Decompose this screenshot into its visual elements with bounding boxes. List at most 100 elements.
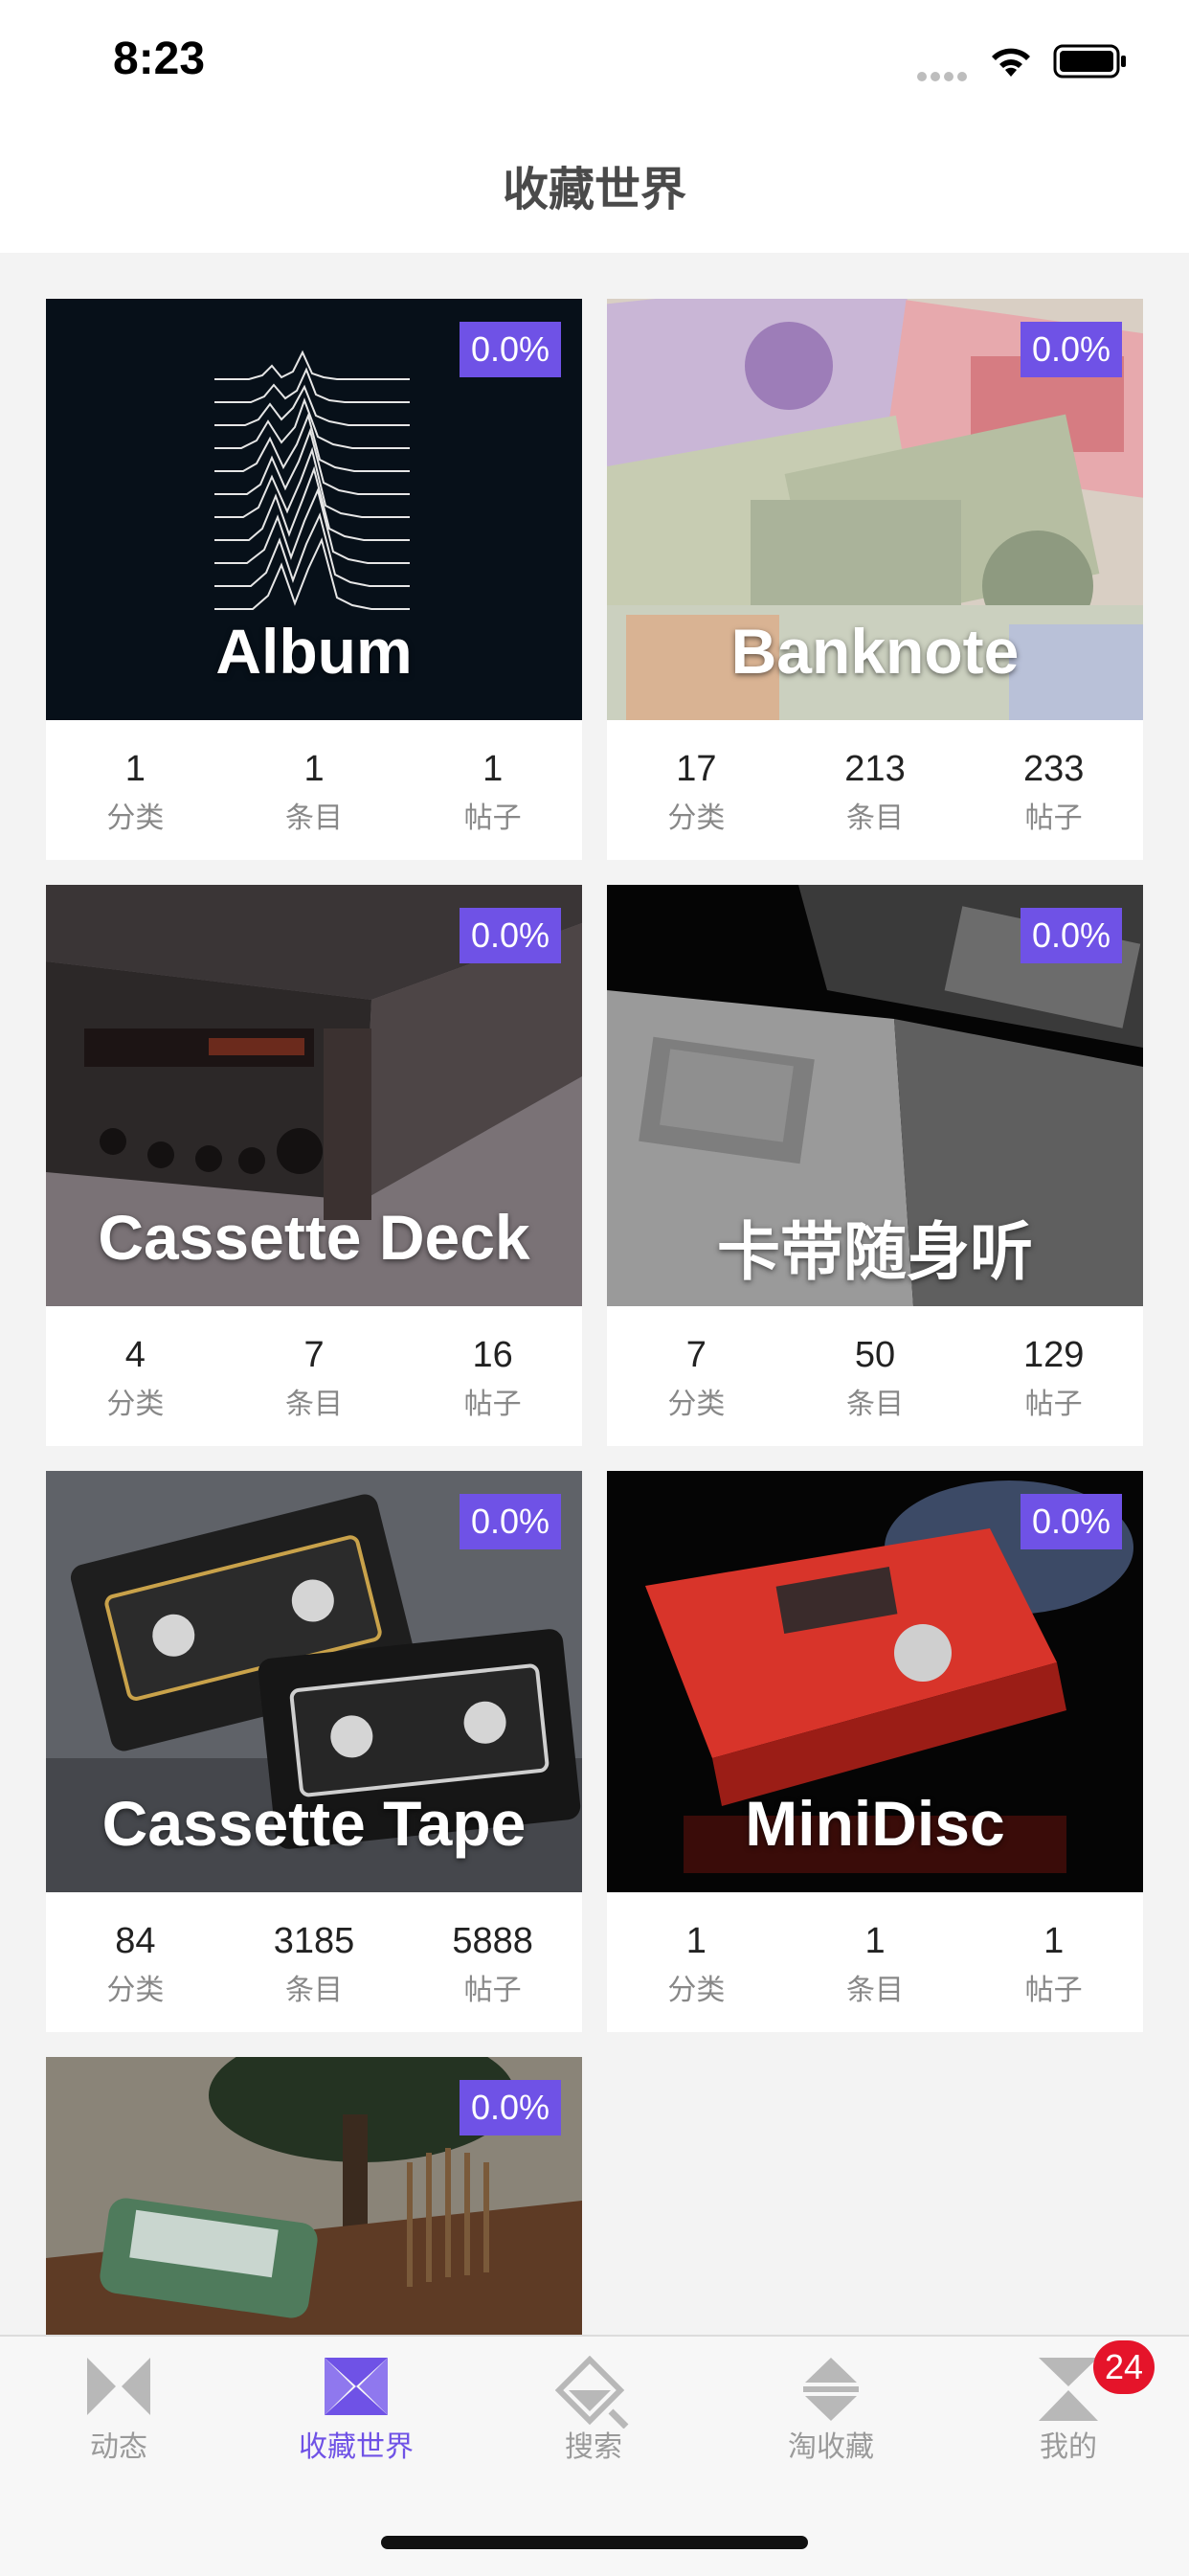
collection-card-diorama[interactable]: 0.0% [46, 2057, 582, 2335]
collection-card-album[interactable]: 0.0% Album 1 分类 1 条目 1 帖子 [46, 299, 582, 860]
status-bar: 8:23 [0, 0, 1189, 126]
collection-card-cassette-deck[interactable]: 0.0% Cassette Deck 4 分类 7 条目 16 帖子 [46, 885, 582, 1446]
stat-value: 7 [685, 1335, 707, 1375]
stat-value: 5888 [452, 1921, 533, 1961]
tab-label: 我的 [1040, 2430, 1097, 2464]
stat-label: 分类 [106, 1974, 165, 2007]
stat-items: 213 条目 [786, 720, 965, 860]
stat-label: 帖子 [463, 802, 522, 835]
stat-value: 1 [482, 749, 504, 789]
percentage-badge: 0.0% [1020, 1494, 1122, 1549]
tab-collection-world[interactable]: 收藏世界 [260, 2356, 452, 2465]
collection-title: Album [215, 616, 413, 687]
collection-stats: 7 分类 50 条目 129 帖子 [607, 1306, 1143, 1446]
stat-label: 帖子 [1024, 802, 1083, 835]
percentage-badge: 0.0% [1020, 322, 1122, 377]
collection-title: Cassette Deck [98, 1202, 530, 1273]
percentage-badge: 0.0% [459, 908, 561, 963]
stat-value: 1 [1043, 1921, 1065, 1961]
stat-value: 1 [124, 749, 146, 789]
stat-value: 3185 [273, 1921, 355, 1961]
stat-label: 分类 [667, 1388, 726, 1421]
stat-label: 条目 [285, 1388, 343, 1421]
stat-categories: 1 分类 [607, 1892, 786, 2032]
collection-card-banknote[interactable]: 0.0% Banknote 17 分类 213 条目 233 帖子 [607, 299, 1143, 860]
tab-label: 收藏世界 [299, 2430, 414, 2464]
stat-label: 帖子 [1024, 1388, 1083, 1421]
stat-label: 帖子 [1024, 1974, 1083, 2007]
stat-label: 分类 [106, 802, 165, 835]
percentage-badge: 0.0% [459, 322, 561, 377]
stat-categories: 17 分类 [607, 720, 786, 860]
bowtie-icon [87, 2358, 150, 2415]
stat-value: 213 [844, 749, 906, 789]
stat-posts: 233 帖子 [964, 720, 1143, 860]
stat-posts: 129 帖子 [964, 1306, 1143, 1446]
collection-stats: 4 分类 7 条目 16 帖子 [46, 1306, 582, 1446]
stat-items: 3185 条目 [225, 1892, 404, 2032]
stat-label: 条目 [285, 802, 343, 835]
stat-value: 1 [685, 1921, 707, 1961]
notification-badge: 24 [1093, 2340, 1155, 2394]
stat-label: 分类 [667, 1974, 726, 2007]
percentage-badge: 0.0% [459, 2080, 561, 2135]
stat-label: 条目 [285, 1974, 343, 2007]
collection-title: MiniDisc [745, 1788, 1005, 1859]
stat-value: 1 [864, 1921, 886, 1961]
status-time: 8:23 [113, 34, 206, 84]
percentage-badge: 0.0% [1020, 908, 1122, 963]
collection-title: Cassette Tape [101, 1788, 527, 1859]
collection-stats: 1 分类 1 条目 1 帖子 [607, 1892, 1143, 2032]
stat-value: 4 [124, 1335, 146, 1375]
stat-label: 帖子 [463, 1974, 522, 2007]
stat-posts: 5888 帖子 [403, 1892, 582, 2032]
stat-label: 条目 [846, 1974, 904, 2007]
collection-title: 卡带随身听 [717, 1216, 1033, 1287]
navigation-bar: 收藏世界 [0, 126, 1189, 253]
tab-search[interactable]: 搜索 [498, 2356, 689, 2465]
stat-items: 7 条目 [225, 1306, 404, 1446]
stat-categories: 1 分类 [46, 720, 225, 860]
tab-shop[interactable]: 淘收藏 [735, 2356, 927, 2465]
stat-value: 16 [472, 1335, 513, 1375]
collection-stats: 1 分类 1 条目 1 帖子 [46, 720, 582, 860]
tab-label: 淘收藏 [788, 2430, 874, 2464]
collection-card-cassette-walkman[interactable]: 0.0% 卡带随身听 7 分类 50 条目 129 帖子 [607, 885, 1143, 1446]
stat-value: 1 [303, 749, 325, 789]
stat-categories: 7 分类 [607, 1306, 786, 1446]
stat-posts: 1 帖子 [403, 720, 582, 860]
stat-items: 50 条目 [786, 1306, 965, 1446]
battery-icon [1053, 44, 1126, 79]
stat-value: 17 [676, 749, 717, 789]
hourglass-icon [1039, 2358, 1098, 2421]
stat-items: 1 条目 [225, 720, 404, 860]
stat-categories: 84 分类 [46, 1892, 225, 2032]
stat-value: 7 [303, 1335, 325, 1375]
collection-stats: 84 分类 3185 条目 5888 帖子 [46, 1892, 582, 2032]
stat-label: 条目 [846, 802, 904, 835]
home-indicator[interactable] [381, 2536, 808, 2549]
collection-stats: 17 分类 213 条目 233 帖子 [607, 720, 1143, 860]
tab-label: 动态 [90, 2430, 147, 2464]
collection-card-minidisc[interactable]: 0.0% MiniDisc 1 分类 1 条目 1 帖子 [607, 1471, 1143, 2032]
cellular-signal-icon [917, 67, 973, 81]
collection-title: Banknote [730, 616, 1020, 687]
page-title: 收藏世界 [502, 163, 686, 216]
stat-label: 条目 [846, 1388, 904, 1421]
tab-label: 搜索 [565, 2430, 622, 2464]
wifi-icon [992, 48, 1030, 77]
stat-posts: 1 帖子 [964, 1892, 1143, 2032]
collection-card-cassette-tape[interactable]: 0.0% Cassette Tape 84 分类 3185 条目 5888 帖子 [46, 1471, 582, 2032]
hourglass-x-icon [325, 2358, 388, 2415]
stat-label: 分类 [106, 1388, 165, 1421]
stat-items: 1 条目 [786, 1892, 965, 2032]
stat-value: 233 [1022, 749, 1085, 789]
tab-feed[interactable]: 动态 [23, 2356, 214, 2465]
search-diamond-icon [555, 2356, 629, 2429]
stat-value: 50 [854, 1335, 896, 1375]
diamond-stack-icon [803, 2358, 859, 2421]
stat-label: 分类 [667, 802, 726, 835]
stat-label: 帖子 [463, 1388, 522, 1421]
stat-value: 129 [1022, 1335, 1085, 1375]
percentage-badge: 0.0% [459, 1494, 561, 1549]
